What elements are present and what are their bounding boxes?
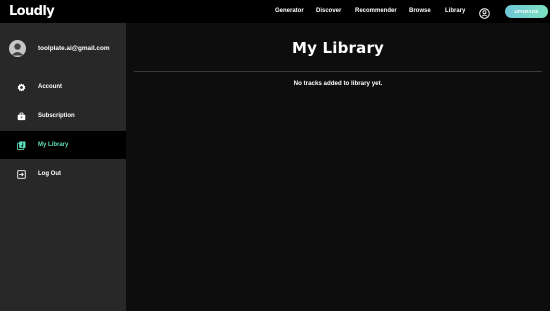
sidebar: toolplate.ai@gmail.com Account Subscript… [0,23,126,311]
title-divider [134,71,542,72]
logout-icon [17,169,26,179]
sidebar-item-label: Account [38,84,62,90]
top-navbar: Loudly Generator Discover Recommender Br… [0,0,550,23]
avatar [9,40,26,57]
nav-discover[interactable]: Discover [316,8,341,14]
gear-icon [17,83,26,92]
sidebar-item-my-library[interactable]: My Library [0,131,126,159]
briefcase-icon [17,112,26,121]
main-content: My Library No tracks added to library ye… [126,23,550,311]
user-account-icon[interactable] [479,6,490,19]
main-nav: Generator Discover Recommender Browse Li… [0,0,550,23]
sidebar-item-log-out[interactable]: Log Out [0,160,126,188]
sidebar-item-account[interactable]: Account [0,73,126,101]
sidebar-item-subscription[interactable]: Subscription [0,102,126,130]
profile-section: toolplate.ai@gmail.com [0,23,126,73]
library-icon [17,141,26,150]
nav-generator[interactable]: Generator [275,8,304,14]
page-title: My Library [291,39,385,57]
empty-state-message: No tracks added to library yet. [293,80,383,87]
nav-browse[interactable]: Browse [409,8,431,14]
sidebar-item-label: Subscription [38,113,75,119]
sidebar-item-label: My Library [38,142,69,148]
nav-library[interactable]: Library [445,8,465,14]
nav-recommender[interactable]: Recommender [355,8,397,14]
sidebar-item-label: Log Out [38,171,61,177]
upgrade-button[interactable]: UPGRADE [505,5,548,18]
user-email: toolplate.ai@gmail.com [38,45,110,52]
